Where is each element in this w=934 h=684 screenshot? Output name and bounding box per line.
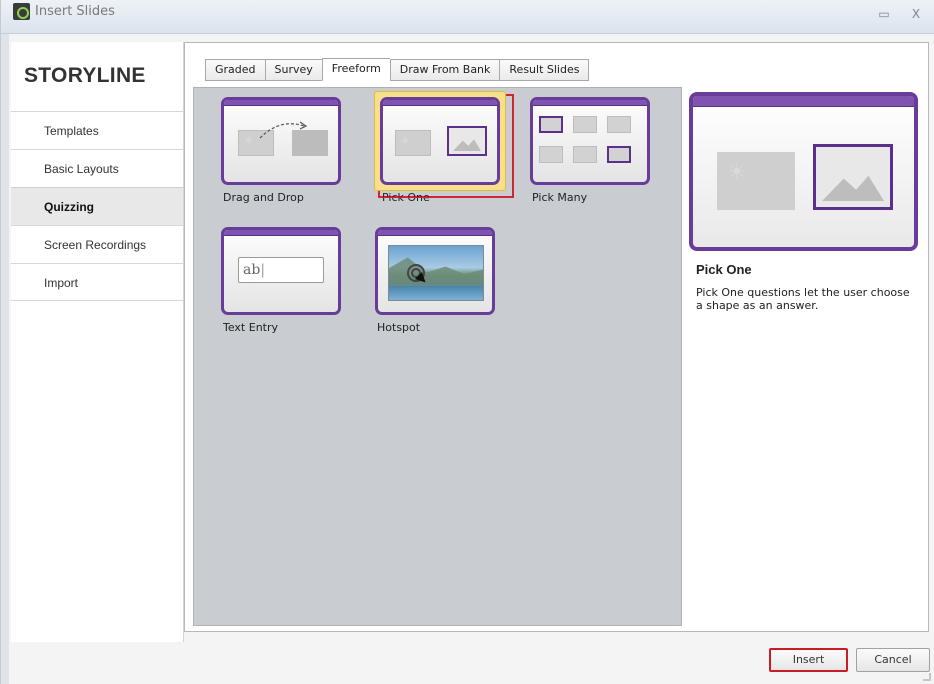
tab-draw-from-bank[interactable]: Draw From Bank [389, 59, 500, 81]
dashed-arrow-icon [259, 121, 308, 139]
slide-preview: ☀ [689, 92, 918, 251]
tab-freeform[interactable]: Freeform [321, 58, 390, 81]
tab-survey[interactable]: Survey [264, 59, 322, 81]
person-option-icon [573, 116, 597, 133]
sidebar-item-quizzing[interactable]: Quizzing [11, 187, 183, 225]
tile-label: Text Entry [223, 321, 279, 334]
sidebar: STORYLINE Templates Basic Layouts Quizzi… [11, 42, 184, 642]
insert-slides-dialog: Insert Slides ▭ X STORYLINE Templates Ba… [0, 0, 934, 684]
tile-label: Hotspot [377, 321, 421, 334]
tab-graded[interactable]: Graded [205, 59, 265, 81]
flower-option-icon [539, 146, 563, 163]
preview-title: Pick One [696, 262, 752, 277]
selected-shape-icon [447, 126, 487, 156]
drag-and-drop-thumbnail: ☀ [221, 97, 341, 185]
preview-description: Pick One questions let the user choose a… [696, 286, 910, 312]
tile-label: Pick One [382, 191, 430, 204]
text-field-icon: ab| [238, 257, 324, 283]
sidebar-nav: Templates Basic Layouts Quizzing Screen … [11, 111, 183, 301]
sidebar-item-basic-layouts[interactable]: Basic Layouts [11, 149, 183, 187]
tile-label: Drag and Drop [223, 191, 304, 204]
cancel-button[interactable]: Cancel [856, 648, 930, 672]
tab-result-slides[interactable]: Result Slides [499, 59, 590, 81]
pick-many-thumbnail [530, 97, 650, 185]
pick-one-thumbnail: ☀ [380, 97, 500, 185]
slide-thumbnail-grid: ☀ Drag and Drop ☀ Pick One Pick Many ab|… [193, 87, 682, 626]
close-icon[interactable]: X [907, 6, 925, 22]
mountain-option-icon [607, 146, 631, 163]
sidebar-item-import[interactable]: Import [11, 263, 183, 301]
brand-title: STORYLINE [24, 64, 146, 87]
question-type-tabs: Graded Survey Freeform Draw From Bank Re… [205, 58, 590, 81]
window-title: Insert Slides [35, 4, 115, 19]
minimize-icon[interactable]: ▭ [875, 6, 893, 22]
image-option-icon [539, 116, 563, 133]
hotspot-thumbnail [375, 227, 495, 315]
scene-option-icon [607, 116, 631, 133]
sidebar-item-screen-recordings[interactable]: Screen Recordings [11, 225, 183, 263]
storyline-app-icon [13, 3, 30, 20]
image-placeholder-icon: ☀ [395, 130, 431, 156]
image-placeholder-icon: ☀ [717, 152, 795, 210]
text-entry-thumbnail: ab| [221, 227, 341, 315]
resize-grip-icon[interactable] [923, 673, 931, 681]
window-edge [1, 34, 9, 684]
waves-option-icon [573, 146, 597, 163]
slide-type-panel: Graded Survey Freeform Draw From Bank Re… [184, 42, 929, 632]
landscape-image [388, 245, 484, 301]
tile-label: Pick Many [532, 191, 588, 204]
insert-button[interactable]: Insert [769, 648, 848, 672]
title-bar: Insert Slides ▭ X [1, 0, 934, 34]
selected-shape-icon [813, 144, 893, 210]
sidebar-item-templates[interactable]: Templates [11, 111, 183, 149]
